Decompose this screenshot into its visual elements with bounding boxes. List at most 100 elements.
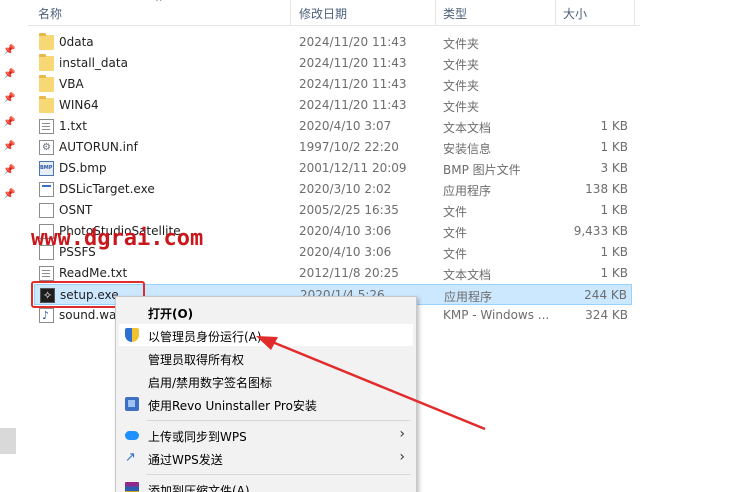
file-type: 文件夹 [443,37,480,51]
file-date: 2020/4/10 3:06 [299,245,392,259]
folder-icon [39,96,54,113]
file-name: AUTORUN.inf [59,140,138,154]
file-name: DS.bmp [59,161,107,175]
file-name: VBA [59,77,84,91]
menu-item-label: 上传或同步到WPS [148,430,247,444]
file-type: 应用程序 [444,290,493,304]
file-date: 1997/10/2 22:20 [299,140,399,154]
file-size: 324 KB [585,308,628,322]
file-type: 文件 [443,226,468,240]
file-type: 文本文档 [443,268,492,282]
sort-ascending-icon: ^ [155,0,163,8]
menu-item-run-as-admin[interactable]: 以管理员身份运行(A) [119,324,413,346]
file-date: 2020/4/10 3:06 [299,224,392,238]
file-row[interactable]: DSLicTarget.exe 2020/3/10 2:02 应用程序 138 … [34,179,632,200]
audio-file-icon [39,308,54,323]
archive-icon [125,482,139,492]
menu-item-take-ownership[interactable]: 管理员取得所有权 [119,347,413,369]
file-type: 安装信息 [443,142,492,156]
file-date: 2012/11/8 20:25 [299,266,399,280]
file-date: 2001/12/11 20:09 [299,161,407,175]
file-name: DSLicTarget.exe [59,182,155,196]
menu-item-toggle-signature[interactable]: 启用/禁用数字签名图标 [119,370,413,392]
pin-icon[interactable]: 📌 [3,69,15,80]
file-date: 2024/11/20 11:43 [299,77,407,91]
file-size: 1 KB [600,203,628,217]
shield-icon [125,328,139,342]
file-date: 2020/4/10 3:07 [299,119,392,133]
menu-item-label: 使用Revo Uninstaller Pro安装 [148,399,317,413]
file-row[interactable]: 0data 2024/11/20 11:43 文件夹 [34,32,632,53]
nav-pane-scrollbar[interactable] [0,428,16,454]
folder-icon [39,75,54,92]
folder-icon [39,33,54,50]
file-type: 应用程序 [443,184,492,198]
file-name: sound.wa [59,308,117,322]
revo-uninstaller-icon [125,397,139,411]
file-type: 文件 [443,205,468,219]
menu-item-label: 打开(O) [148,307,194,321]
file-row[interactable]: DS.bmp 2001/12/11 20:09 BMP 图片文件 3 KB [34,158,632,179]
file-name: OSNT [59,203,93,217]
chevron-right-icon: › [399,449,405,465]
menu-item-send-wps[interactable]: ↗ 通过WPS发送 › [119,447,413,469]
file-date: 2024/11/20 11:43 [299,98,407,112]
column-divider[interactable] [435,0,436,26]
text-file-icon [39,119,54,134]
column-divider[interactable] [290,0,291,26]
file-row[interactable]: WIN64 2024/11/20 11:43 文件夹 [34,95,632,116]
menu-separator [147,474,411,475]
exe-file-icon [39,182,54,197]
file-date: 2024/11/20 11:43 [299,35,407,49]
menu-item-label: 管理员取得所有权 [148,353,245,367]
file-size: 1 KB [600,119,628,133]
menu-item-add-archive[interactable]: 添加到压缩文件(A)... [119,478,413,492]
pin-icon[interactable]: 📌 [3,93,15,104]
file-row[interactable]: OSNT 2005/2/25 16:35 文件 1 KB [34,200,632,221]
file-size: 1 KB [600,266,628,280]
pin-icon[interactable]: 📌 [3,165,15,176]
file-name: 0data [59,35,94,49]
menu-item-label: 添加到压缩文件(A)... [148,484,262,492]
file-row[interactable]: install_data 2024/11/20 11:43 文件夹 [34,53,632,74]
cloud-icon [125,431,139,440]
menu-item-label: 通过WPS发送 [148,453,223,467]
file-size: 244 KB [584,288,627,302]
file-size: 9,433 KB [573,224,628,238]
text-file-icon [39,266,54,281]
pin-icon[interactable]: 📌 [3,141,15,152]
pin-icon[interactable]: 📌 [3,45,15,56]
file-row[interactable]: AUTORUN.inf 1997/10/2 22:20 安装信息 1 KB [34,137,632,158]
column-header-size[interactable]: 大小 [563,5,587,22]
file-size: 1 KB [600,140,628,154]
context-menu: 打开(O) 以管理员身份运行(A) 管理员取得所有权 启用/禁用数字签名图标 使… [115,296,417,492]
file-name: ReadMe.txt [59,266,128,280]
pin-icon[interactable]: 📌 [3,189,15,200]
watermark-text: www.dgrai.com [31,226,204,251]
file-date: 2005/2/25 16:35 [299,203,399,217]
menu-item-label: 启用/禁用数字签名图标 [148,376,273,390]
blank-file-icon [39,203,54,218]
file-date: 2020/3/10 2:02 [299,182,392,196]
column-header-type[interactable]: 类型 [443,5,467,22]
file-size: 138 KB [585,182,628,196]
file-row[interactable]: VBA 2024/11/20 11:43 文件夹 [34,74,632,95]
file-row[interactable]: 1.txt 2020/4/10 3:07 文本文档 1 KB [34,116,632,137]
setup-info-icon [39,140,54,155]
menu-item-open[interactable]: 打开(O) [119,301,413,323]
column-divider[interactable] [634,0,635,26]
menu-item-label: 以管理员身份运行(A) [148,330,262,344]
file-size: 3 KB [600,161,628,175]
file-name: 1.txt [59,119,87,133]
menu-item-upload-wps[interactable]: 上传或同步到WPS › [119,424,413,446]
column-header-name[interactable]: 名称 [38,5,62,22]
file-type: 文件 [443,247,468,261]
pin-icon[interactable]: 📌 [3,117,15,128]
file-type: KMP - Windows ... [443,308,550,322]
column-header-date[interactable]: 修改日期 [299,5,347,22]
file-type: 文件夹 [443,100,480,114]
folder-icon [39,54,54,71]
bmp-file-icon [39,161,54,176]
menu-item-revo-uninstaller[interactable]: 使用Revo Uninstaller Pro安装 [119,393,413,415]
column-divider[interactable] [555,0,556,26]
